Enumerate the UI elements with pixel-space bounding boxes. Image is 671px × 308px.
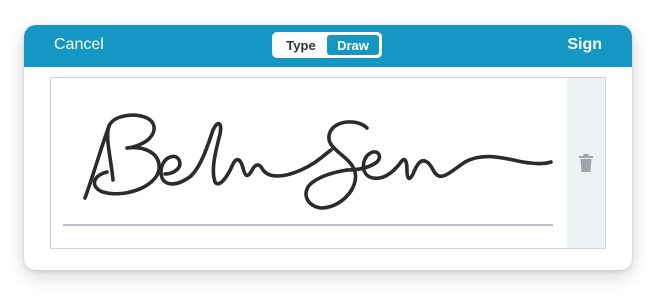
signature-dialog: Cancel Type Draw Sign <box>24 25 632 270</box>
cancel-button[interactable]: Cancel <box>54 36 104 54</box>
signature-pad[interactable] <box>50 77 606 249</box>
tab-type[interactable]: Type <box>275 35 327 55</box>
signature-drawing <box>83 113 553 210</box>
signature-baseline <box>63 224 553 226</box>
sign-button[interactable]: Sign <box>567 36 602 54</box>
mode-toggle: Type Draw <box>272 32 382 58</box>
trash-icon[interactable] <box>578 153 594 173</box>
dialog-header: Cancel Type Draw Sign <box>24 25 632 67</box>
pad-sidebar <box>567 78 605 248</box>
tab-draw[interactable]: Draw <box>327 35 379 55</box>
